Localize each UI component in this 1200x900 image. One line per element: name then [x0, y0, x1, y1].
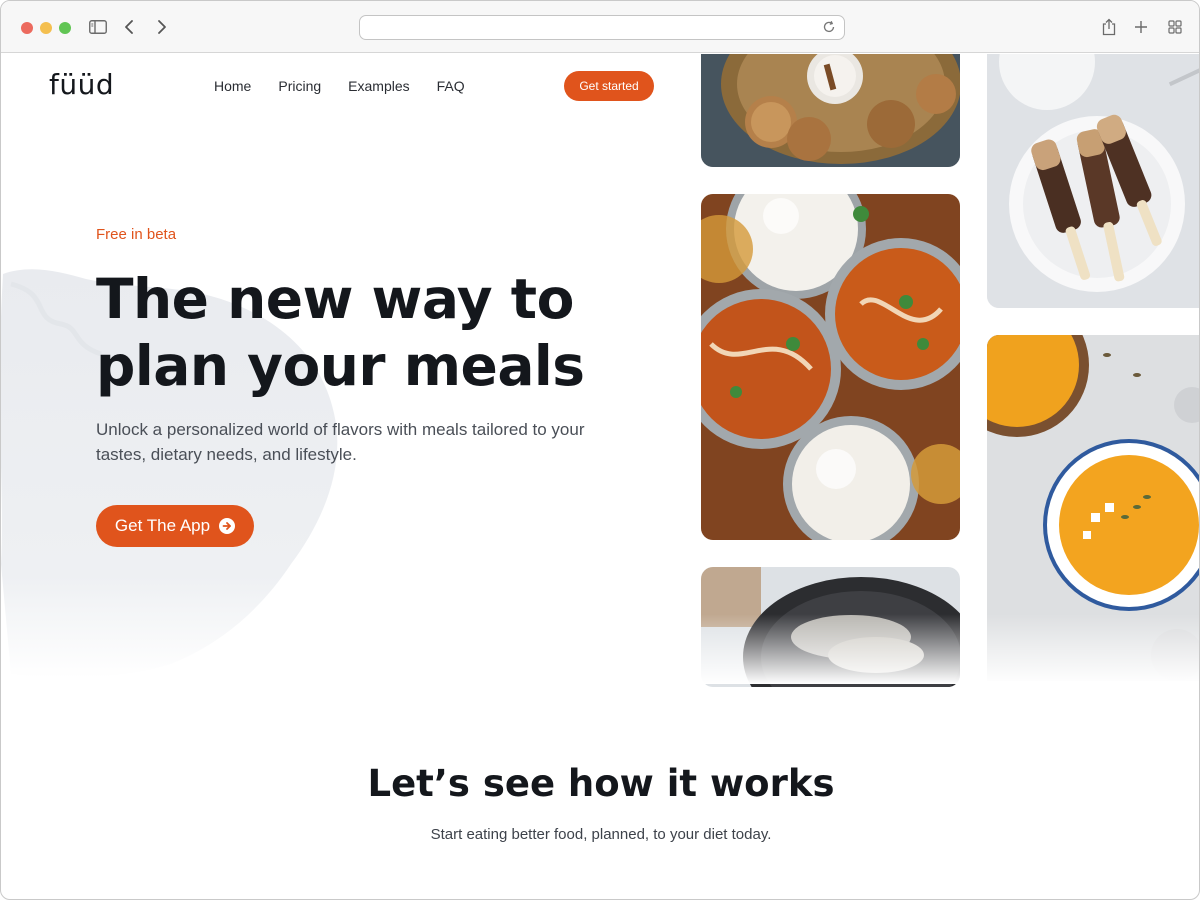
- new-tab-icon[interactable]: [1130, 16, 1152, 38]
- sidebar-icon[interactable]: [87, 16, 109, 38]
- cookies-tile: [701, 54, 960, 167]
- address-bar[interactable]: [359, 15, 845, 40]
- get-the-app-label: Get The App: [114, 516, 211, 535]
- forward-icon[interactable]: [151, 16, 173, 38]
- gallery-fade-overlay: [691, 614, 1199, 684]
- how-it-works-subtitle: Start eating better food, planned, to yo…: [430, 826, 772, 843]
- nav-link-home[interactable]: Home: [214, 78, 251, 94]
- popsicles-tile: [987, 54, 1199, 308]
- curry-tile: [701, 194, 960, 540]
- reload-icon[interactable]: [822, 20, 838, 36]
- hero-subcopy: Unlock a personalized world of flavors w…: [96, 420, 585, 464]
- close-window-button[interactable]: [21, 22, 33, 34]
- browser-toolbar: [1, 1, 1199, 53]
- minimize-window-button[interactable]: [40, 22, 52, 34]
- back-icon[interactable]: [118, 16, 140, 38]
- get-the-app-button[interactable]: Get The App: [96, 505, 254, 547]
- nav-link-faq[interactable]: FAQ: [437, 78, 465, 94]
- browser-window: füüd Home Pricing Examples FAQ Get start…: [0, 0, 1200, 900]
- brand-logo[interactable]: füüd: [49, 68, 114, 101]
- how-it-works-title: Let’s see how it works: [367, 762, 835, 805]
- share-icon[interactable]: [1098, 16, 1120, 38]
- hero-headline: The new way to plan your meals: [96, 267, 585, 398]
- arrow-right-circle-icon: [219, 518, 236, 534]
- main-nav: Home Pricing Examples FAQ: [214, 78, 492, 94]
- nav-link-pricing[interactable]: Pricing: [278, 78, 321, 94]
- tab-overview-icon[interactable]: [1164, 16, 1186, 38]
- get-started-button[interactable]: Get started: [564, 71, 654, 101]
- web-page: füüd Home Pricing Examples FAQ Get start…: [1, 54, 1199, 899]
- maximize-window-button[interactable]: [59, 22, 71, 34]
- nav-link-examples[interactable]: Examples: [348, 78, 409, 94]
- beta-badge: Free in beta: [96, 226, 177, 243]
